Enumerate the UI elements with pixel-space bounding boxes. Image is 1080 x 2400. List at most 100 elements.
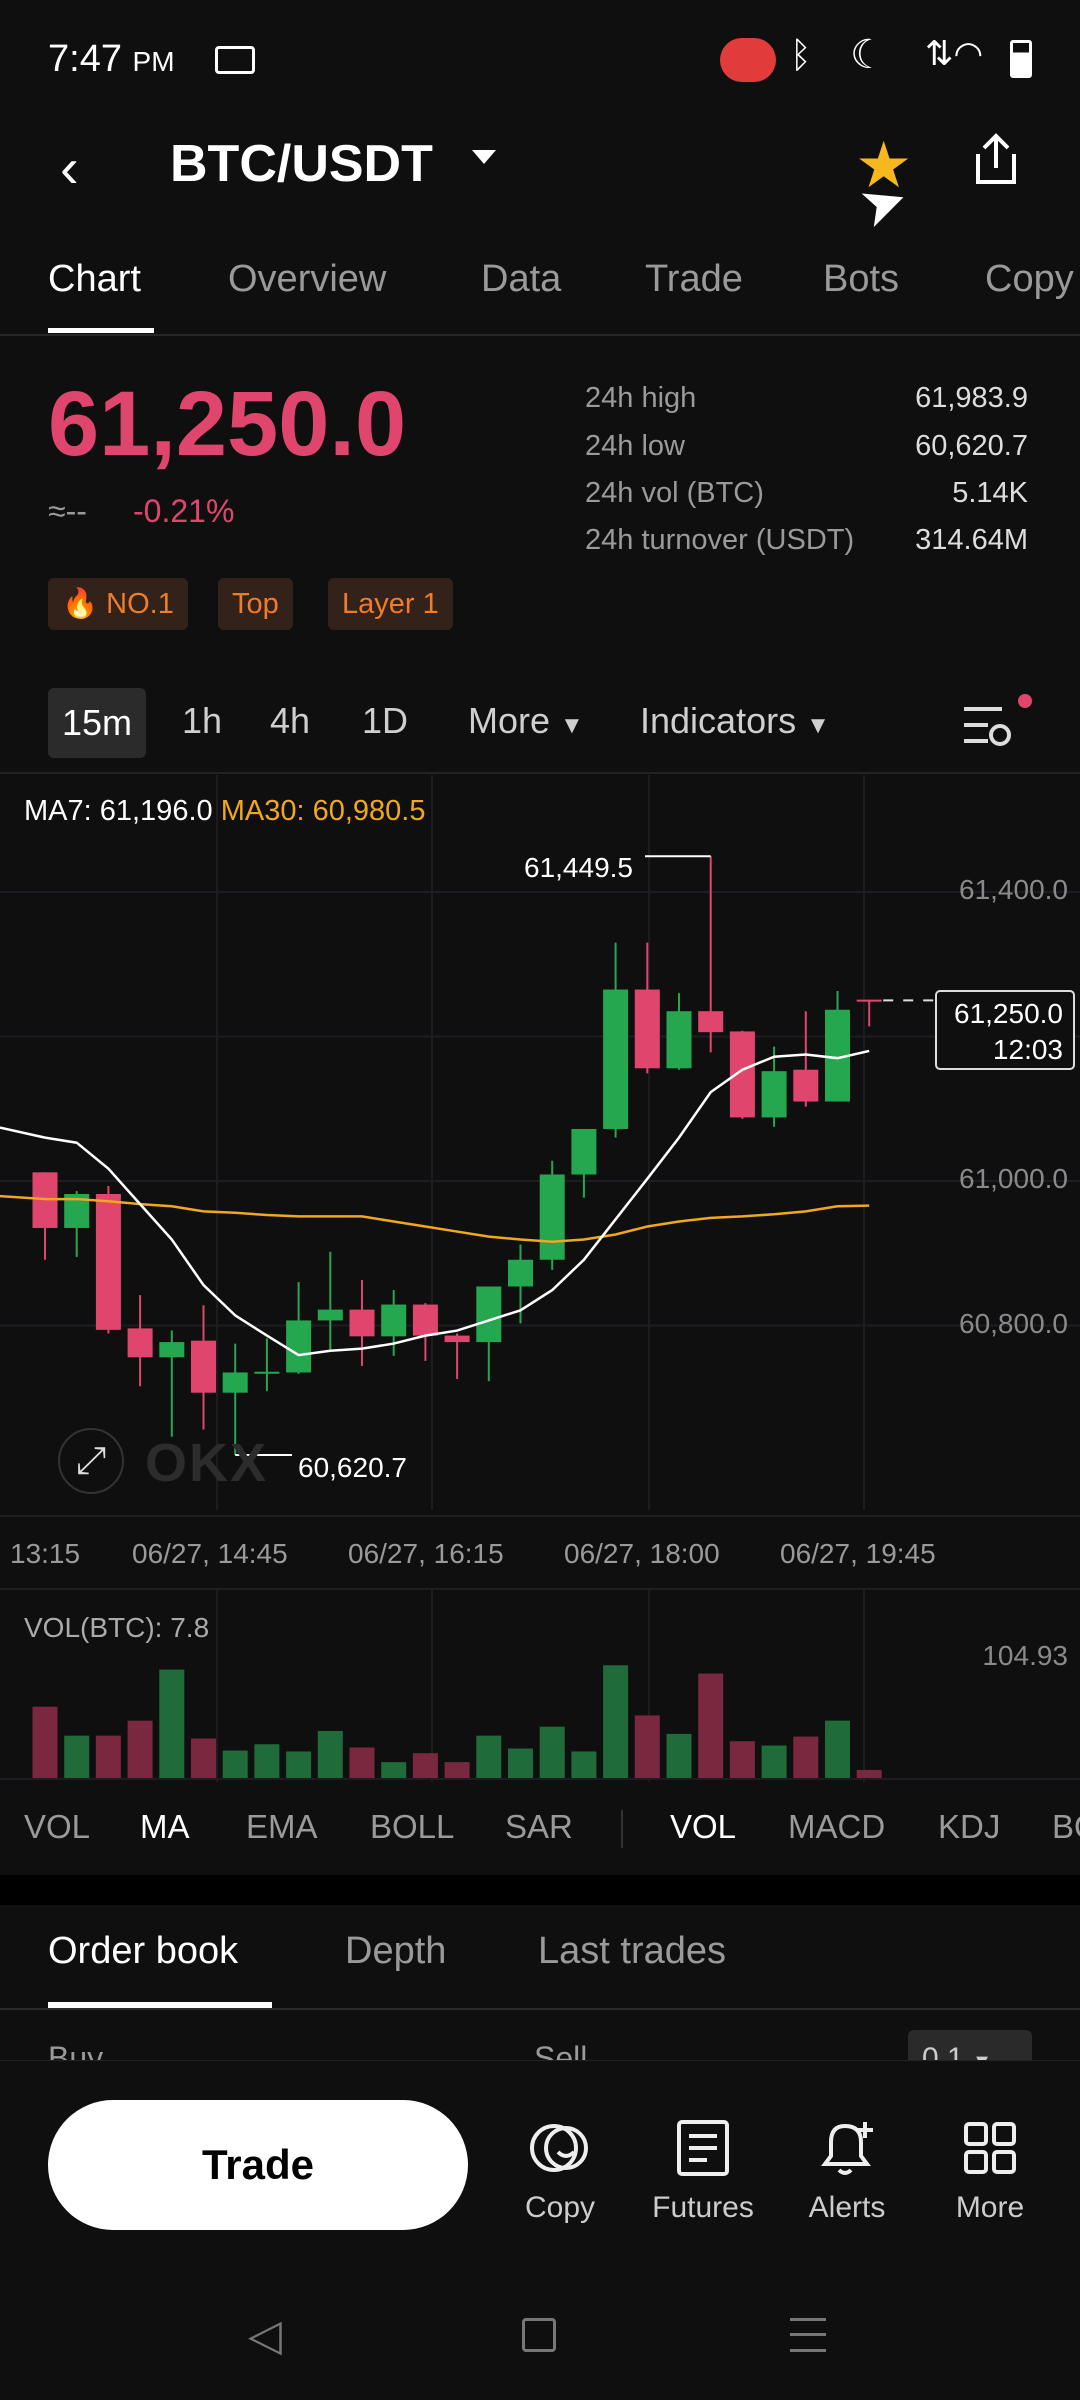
candle-body [793, 1069, 819, 1102]
candle-body [159, 1342, 185, 1358]
indicator-sar[interactable]: SAR [505, 1808, 573, 1846]
candle [64, 1191, 90, 1257]
candle-countdown: 12:03 [992, 1034, 1063, 1065]
pair-title[interactable]: BTC/USDT [170, 134, 433, 194]
fullscreen-button[interactable]: ⤢ [58, 1428, 124, 1494]
back-button[interactable]: ‹ [60, 135, 79, 200]
sub-indicator-vol[interactable]: VOL [670, 1808, 736, 1846]
candle-body [761, 1071, 787, 1118]
timeframe-1d[interactable]: 1D [362, 700, 408, 742]
current-price-box: 61,250.0 12:03 [935, 990, 1075, 1070]
tab-data[interactable]: Data [481, 258, 561, 301]
tabs-divider [0, 334, 1080, 336]
chart-axis-divider [0, 1515, 1080, 1517]
candle [254, 1338, 280, 1392]
candle-body [412, 1304, 438, 1336]
share-icon[interactable] [970, 132, 1022, 188]
candle-body [222, 1372, 248, 1393]
tag-top[interactable]: Top [218, 578, 293, 630]
volume-bar [381, 1762, 407, 1779]
caret-down-icon: ▼ [806, 712, 830, 739]
candle-body [381, 1304, 407, 1337]
pair-dropdown-icon[interactable] [472, 150, 496, 164]
stat-label: 24h low [585, 430, 685, 462]
indicators-button[interactable]: Indicators ▼ [640, 700, 830, 742]
volume-bar [127, 1720, 153, 1779]
volume-bar [698, 1673, 724, 1779]
volume-bar [856, 1769, 882, 1779]
indicator-ema[interactable]: EMA [246, 1808, 318, 1846]
chart-settings-icon[interactable] [962, 705, 1014, 749]
timeframe-1h[interactable]: 1h [182, 700, 222, 742]
last-price: 61,250.0 [48, 373, 407, 475]
futures-label: Futures [652, 2191, 754, 2224]
stat-label: 24h high [585, 382, 697, 414]
y-tick: 60,800.0 [959, 1308, 1068, 1339]
x-tick: 06/27, 18:00 [564, 1538, 720, 1569]
tab-trade[interactable]: Trade [645, 258, 743, 301]
ma7-line-lead [0, 1126, 46, 1139]
candle [603, 942, 629, 1138]
timeframe-4h[interactable]: 4h [270, 700, 310, 742]
volume-bar [508, 1748, 533, 1779]
candle [539, 1160, 565, 1270]
nav-home-icon[interactable] [522, 2318, 556, 2352]
candle [286, 1282, 312, 1374]
alerts-button[interactable]: Alerts [777, 2118, 917, 2225]
tab-depth[interactable]: Depth [345, 1930, 446, 1973]
sub-indicator-macd[interactable]: MACD [788, 1808, 885, 1846]
candle [793, 1011, 819, 1107]
copy-button[interactable]: Copy [490, 2118, 630, 2225]
timeframe-15m[interactable]: 15m [48, 688, 146, 758]
volume-bar [825, 1720, 850, 1779]
more-timeframes-button[interactable]: More ▼ [468, 700, 584, 742]
candle-body [444, 1335, 470, 1343]
more-label: More [468, 700, 551, 741]
tag-rank[interactable]: 🔥 NO.1 [48, 578, 188, 630]
grid-icon [964, 2122, 1016, 2174]
sub-indicator-kdj[interactable]: KDJ [938, 1808, 1000, 1846]
nav-back-icon[interactable]: ◁ [248, 2310, 282, 2361]
candle-body [666, 1011, 692, 1069]
stat-value: 314.64M [915, 524, 1028, 556]
volume-bar [95, 1735, 121, 1779]
futures-button[interactable]: Futures [633, 2118, 773, 2225]
volume-bar [634, 1715, 660, 1779]
trade-button[interactable]: Trade [48, 2100, 468, 2230]
candle-body [476, 1286, 502, 1343]
tab-underline [48, 328, 154, 333]
tab-order-book[interactable]: Order book [48, 1930, 238, 1973]
tag-layer1[interactable]: Layer 1 [328, 578, 453, 630]
candlestick-chart[interactable] [0, 775, 1080, 1510]
more-button[interactable]: More [920, 2118, 1060, 2225]
volume-bar [286, 1751, 312, 1779]
volume-chart [0, 1590, 1080, 1782]
indicator-ma[interactable]: MA [140, 1808, 190, 1846]
volume-bar [603, 1665, 629, 1779]
volume-bar [254, 1744, 280, 1779]
indicator-boll[interactable]: BOLL [370, 1808, 454, 1846]
candle [825, 990, 850, 1102]
candle [856, 999, 882, 1027]
tab-copy[interactable]: Copy [985, 258, 1074, 301]
low-label: 60,620.7 [298, 1452, 407, 1483]
sub-indicator-boll[interactable]: BO [1052, 1808, 1080, 1846]
indicator-vol[interactable]: VOL [24, 1808, 90, 1846]
tab-chart[interactable]: Chart [48, 258, 141, 301]
tab-last-trades[interactable]: Last trades [538, 1930, 726, 1973]
futures-icon [677, 2120, 729, 2176]
copy-icon [530, 2124, 588, 2172]
candle-body [191, 1340, 216, 1393]
candle [95, 1186, 121, 1334]
x-tick: 06/27, 14:45 [132, 1538, 288, 1569]
tab-bots[interactable]: Bots [823, 258, 899, 301]
nav-recents-icon[interactable] [790, 2318, 826, 2352]
price-change: -0.21% [133, 493, 235, 529]
candle [32, 1172, 58, 1260]
price-approx: ≈-- [48, 493, 87, 529]
recording-icon [720, 38, 776, 82]
timeframe-divider [0, 772, 1080, 774]
tab-overview[interactable]: Overview [228, 258, 386, 301]
x-tick: 13:15 [10, 1538, 81, 1569]
tag-label: NO.1 [106, 588, 174, 620]
